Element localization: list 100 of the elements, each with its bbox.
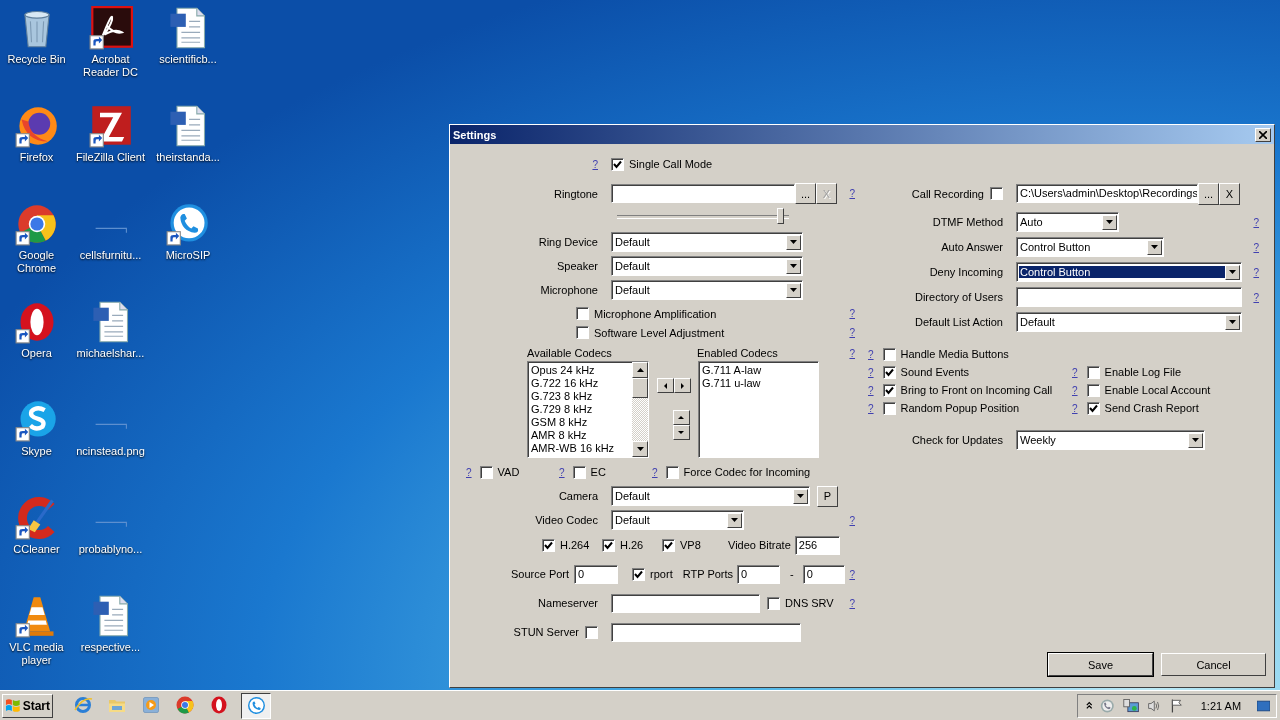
close-button[interactable] — [1255, 127, 1271, 142]
checkbox[interactable] — [611, 157, 624, 171]
checkbox[interactable] — [576, 307, 589, 320]
start-button[interactable]: Start — [2, 693, 53, 718]
scroll-thumb[interactable] — [632, 378, 648, 398]
checkbox[interactable] — [576, 326, 589, 339]
checkbox[interactable] — [882, 347, 896, 361]
icon-label[interactable]: respective... — [72, 641, 149, 654]
cloud-icon[interactable] — [14, 398, 59, 442]
pdf-icon[interactable] — [88, 6, 133, 50]
icon-label[interactable]: Opera — [0, 347, 75, 360]
dropdown[interactable]: Default — [611, 280, 803, 300]
dropdown[interactable]: Weekly — [1016, 430, 1205, 450]
browse-button[interactable]: ... — [1198, 182, 1219, 205]
icon-label[interactable]: Recycle Bin — [0, 53, 75, 66]
help-link[interactable]: ? — [1253, 241, 1259, 253]
icon-label[interactable]: CCleaner — [0, 543, 75, 556]
dropdown[interactable]: Default — [1016, 312, 1242, 332]
list-item[interactable]: G.711 u-law — [702, 377, 815, 390]
codec-list[interactable]: Opus 24 kHz G.722 16 kHz G.723 8 kHz G.729 8 kHz GSM 8 kHz AMR 8 kHz AMR-WB 16 kHz — [527, 361, 649, 458]
tile-icon[interactable] — [88, 104, 133, 148]
preview-button[interactable]: P — [817, 485, 838, 507]
dropdown[interactable]: Default — [611, 232, 803, 252]
scrollbar[interactable] — [632, 362, 648, 457]
taskbar-button[interactable] — [241, 692, 271, 719]
dropdown[interactable]: Control Button — [1016, 237, 1164, 257]
help-link[interactable]: ? — [849, 347, 855, 359]
move-down-button[interactable] — [672, 425, 690, 440]
list-item[interactable]: GSM 8 kHz — [531, 416, 629, 429]
checkbox[interactable] — [602, 538, 615, 552]
stun-field[interactable] — [611, 622, 801, 642]
recording-path-field[interactable]: C:\Users\admin\Desktop\Recordings — [1016, 184, 1198, 203]
port-field[interactable]: 0 — [574, 564, 619, 584]
nameserver-field[interactable] — [611, 593, 760, 613]
icon-label[interactable]: Skype — [0, 445, 75, 458]
checkbox[interactable] — [479, 465, 493, 479]
codec-list[interactable]: G.711 A-law G.711 u-law — [698, 361, 819, 458]
icon-label[interactable]: Acrobat Reader DC — [72, 53, 149, 79]
wheel-icon[interactable] — [14, 202, 59, 246]
checkbox[interactable] — [882, 365, 896, 379]
help-link[interactable]: ? — [1253, 216, 1259, 228]
help-link[interactable]: ? — [1072, 366, 1078, 378]
help-link[interactable]: ? — [849, 597, 855, 609]
list-item[interactable]: AMR-WB 16 kHz — [531, 442, 629, 455]
checkbox[interactable] — [572, 465, 586, 479]
phone-icon[interactable] — [166, 202, 210, 246]
help-link[interactable]: ? — [652, 466, 658, 478]
port-field[interactable]: 0 — [737, 564, 781, 584]
dropdown[interactable]: Default — [611, 510, 744, 530]
help-link[interactable]: ? — [592, 158, 598, 170]
icon-label[interactable]: VLC media player — [0, 641, 75, 667]
checkbox[interactable] — [665, 465, 679, 479]
network-icon[interactable] — [1123, 696, 1140, 715]
icon-label[interactable]: Firefox — [0, 151, 75, 164]
list-item[interactable]: G.723 8 kHz — [531, 390, 629, 403]
help-link[interactable]: ? — [849, 568, 855, 580]
help-link[interactable]: ? — [868, 348, 874, 360]
help-link[interactable]: ? — [868, 366, 874, 378]
icon-label[interactable]: MicroSIP — [150, 249, 226, 262]
list-item[interactable]: Opus 24 kHz — [531, 364, 629, 377]
checkbox[interactable] — [1086, 401, 1100, 415]
dropdown[interactable]: Auto — [1016, 212, 1119, 232]
slider-thumb[interactable] — [776, 208, 784, 224]
help-link[interactable]: ? — [466, 466, 472, 478]
list-item[interactable]: G.722 16 kHz — [531, 377, 629, 390]
checkbox[interactable] — [882, 383, 896, 397]
checkbox[interactable] — [632, 567, 646, 581]
browse-button[interactable]: ... — [795, 183, 816, 204]
help-link[interactable]: ? — [868, 384, 874, 396]
move-left-button[interactable] — [656, 378, 674, 393]
help-link[interactable]: ? — [1253, 291, 1259, 303]
show-desktop-icon[interactable] — [1257, 699, 1270, 712]
chevron-up-icon[interactable] — [1086, 701, 1093, 710]
dropdown[interactable]: Default — [611, 486, 810, 506]
clear-button[interactable]: X — [1219, 182, 1240, 205]
checkbox[interactable] — [1086, 365, 1100, 379]
speaker-icon[interactable] — [1147, 697, 1162, 714]
help-link[interactable]: ? — [1072, 402, 1078, 414]
ringtone-field[interactable] — [611, 184, 795, 203]
icon-label[interactable]: theirstanda... — [150, 151, 226, 164]
icon-label[interactable]: probablyno... — [72, 543, 149, 556]
help-link[interactable]: ? — [849, 327, 855, 338]
bitrate-field[interactable]: 256 — [794, 535, 840, 555]
help-link[interactable]: ? — [1072, 384, 1078, 396]
list-item[interactable]: G.711 A-law — [702, 364, 815, 377]
checkbox[interactable] — [585, 625, 598, 639]
dropdown[interactable]: Control Button — [1016, 262, 1242, 282]
icon-label[interactable]: ncinstead.png — [72, 445, 149, 458]
icon-label[interactable]: scientificb... — [150, 53, 226, 66]
help-link[interactable]: ? — [559, 466, 565, 478]
save-button[interactable]: Save — [1048, 653, 1153, 676]
clock[interactable]: 1:21 AM — [1200, 699, 1242, 712]
directory-field[interactable] — [1016, 287, 1242, 307]
help-link[interactable]: ? — [849, 308, 855, 319]
checkbox[interactable] — [990, 187, 1003, 200]
icon-label[interactable]: cellsfurnitu... — [72, 249, 149, 262]
cancel-button[interactable]: Cancel — [1161, 653, 1266, 676]
help-link[interactable]: ? — [849, 514, 855, 526]
port-field[interactable]: 0 — [802, 564, 845, 584]
checkbox[interactable] — [1086, 383, 1100, 397]
